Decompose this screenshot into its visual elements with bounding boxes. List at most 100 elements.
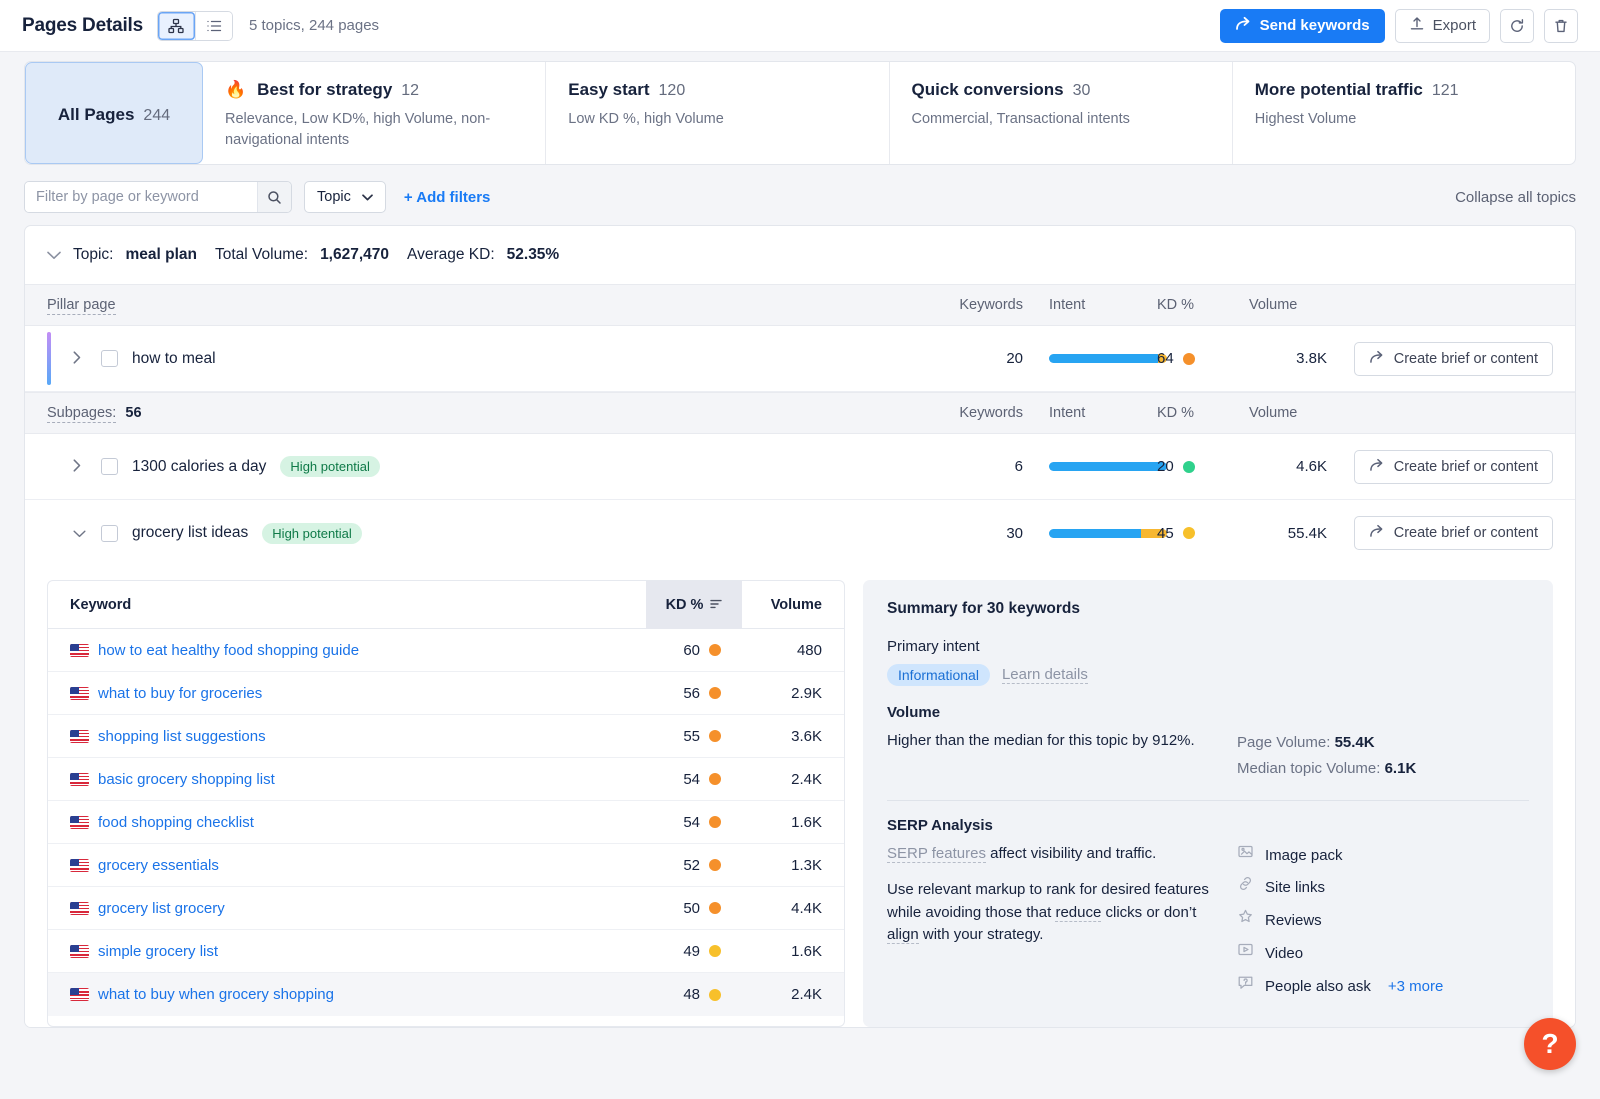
sort-descending-icon[interactable]	[710, 597, 722, 613]
list-icon[interactable]	[195, 12, 232, 40]
subpage-kd-cell: 45	[1143, 525, 1231, 542]
row-checkbox[interactable]	[101, 525, 118, 542]
table-row[interactable]: shopping list suggestions553.6K	[48, 715, 844, 758]
keyword-link[interactable]: what to buy when grocery shopping	[98, 986, 334, 1003]
keyword-kd-value: 50	[683, 900, 700, 917]
volume-section-label: Volume	[887, 704, 1529, 721]
create-brief-button[interactable]: Create brief or content	[1354, 450, 1553, 484]
pillar-page-row[interactable]: how to meal 20 64 3.8K Create brief or	[25, 326, 1575, 392]
page-volume-label: Page Volume:	[1237, 734, 1330, 751]
keyword-link[interactable]: basic grocery shopping list	[98, 771, 275, 788]
serp-reduce-link[interactable]: reduce	[1055, 904, 1101, 922]
table-row[interactable]: basic grocery shopping list542.4K	[48, 758, 844, 801]
table-row[interactable]: how to eat healthy food shopping guide60…	[48, 629, 844, 672]
tab-best-for-strategy-desc: Relevance, Low KD%, high Volume, non-nav…	[225, 109, 523, 151]
subpage-intent-bar	[1023, 529, 1143, 538]
subpage-row[interactable]: 1300 calories a day High potential 6 20 …	[25, 434, 1575, 500]
trash-icon[interactable]	[1544, 9, 1578, 43]
keywords-table-body: how to eat healthy food shopping guide60…	[48, 629, 844, 1016]
tab-all-pages[interactable]: All Pages 244	[25, 62, 203, 164]
sitemap-icon[interactable]	[158, 12, 195, 40]
keyword-link[interactable]: how to eat healthy food shopping guide	[98, 642, 359, 659]
flame-icon: 🔥	[225, 80, 246, 100]
table-row[interactable]: grocery essentials521.3K	[48, 844, 844, 887]
keyword-kd-value: 55	[683, 728, 700, 745]
image-pack-icon	[1237, 843, 1254, 869]
keyword-link[interactable]: shopping list suggestions	[98, 728, 266, 745]
serp-feature-label: Reviews	[1265, 908, 1322, 934]
pillar-volume: 3.8K	[1231, 350, 1327, 367]
keyword-link[interactable]: grocery list grocery	[98, 900, 225, 917]
table-row[interactable]: what to buy when grocery shopping482.4K	[48, 973, 844, 1016]
subpages-count: 56	[125, 405, 141, 421]
tab-more-potential-traffic[interactable]: More potential traffic 121 Highest Volum…	[1233, 62, 1575, 164]
topic-filter-label: Topic	[317, 189, 351, 205]
send-keywords-button[interactable]: Send keywords	[1220, 9, 1385, 43]
median-volume-value: 6.1K	[1385, 760, 1417, 777]
expand-row-chevron-icon[interactable]	[73, 351, 87, 367]
kd-status-dot	[709, 730, 721, 742]
search-input[interactable]	[25, 182, 257, 212]
share-arrow-icon	[1369, 350, 1385, 368]
chevron-down-icon	[362, 189, 373, 205]
table-row[interactable]: what to buy for groceries562.9K	[48, 672, 844, 715]
keyword-link[interactable]: simple grocery list	[98, 943, 218, 960]
view-mode-toggle[interactable]	[157, 11, 233, 41]
table-row[interactable]: simple grocery list491.6K	[48, 930, 844, 973]
table-row[interactable]: food shopping checklist541.6K	[48, 801, 844, 844]
refresh-icon[interactable]	[1500, 9, 1534, 43]
create-brief-button[interactable]: Create brief or content	[1354, 516, 1553, 550]
tab-quick-conversions-desc: Commercial, Transactional intents	[912, 109, 1210, 130]
export-button[interactable]: Export	[1395, 9, 1490, 43]
tab-quick-conversions[interactable]: Quick conversions 30 Commercial, Transac…	[890, 62, 1233, 164]
keyword-link[interactable]: what to buy for groceries	[98, 685, 262, 702]
page-title: Pages Details	[22, 15, 143, 37]
pillar-page-title[interactable]: how to meal	[132, 350, 216, 368]
help-button[interactable]: ?	[1524, 1018, 1576, 1070]
expand-row-chevron-icon[interactable]	[73, 459, 87, 475]
tab-easy-start-desc: Low KD %, high Volume	[568, 109, 866, 130]
tab-best-for-strategy-count: 12	[401, 82, 419, 100]
subpage-title[interactable]: grocery list ideas	[132, 524, 248, 542]
kw-header-kd[interactable]: KD %	[646, 581, 742, 629]
expanded-detail: Keyword KD % Volume how to eat healthy f…	[25, 566, 1575, 1027]
more-serp-features-link[interactable]: +3 more	[1388, 974, 1443, 1000]
topic-collapse-chevron-icon[interactable]	[47, 247, 61, 264]
serp-features-list: Image packSite linksReviewsVideoPeople a…	[1237, 843, 1529, 1007]
link-icon	[1237, 875, 1254, 901]
topic-name: meal plan	[126, 246, 198, 264]
toolbar-actions: Send keywords Export	[1220, 9, 1578, 43]
topic-kd-label: Average KD:	[407, 246, 495, 264]
table-row[interactable]: grocery list grocery 50 4.4K	[48, 887, 844, 930]
keyword-volume: 2.4K	[742, 986, 844, 1003]
keyword-link[interactable]: grocery essentials	[98, 857, 219, 874]
subpage-title[interactable]: 1300 calories a day	[132, 458, 266, 476]
serp-feature-item: Site links	[1237, 875, 1529, 901]
topics-pages-count: 5 topics, 244 pages	[249, 17, 379, 34]
collapse-row-chevron-icon[interactable]	[73, 525, 87, 541]
serp-features-link[interactable]: SERP features	[887, 845, 986, 863]
keyword-volume: 2.4K	[742, 771, 844, 788]
tab-best-for-strategy[interactable]: 🔥 Best for strategy 12 Relevance, Low KD…	[203, 62, 546, 164]
search-icon[interactable]	[257, 182, 291, 212]
keyword-link[interactable]: food shopping checklist	[98, 814, 254, 831]
keywords-table: Keyword KD % Volume how to eat healthy f…	[47, 580, 845, 1027]
collapse-all-topics-button[interactable]: Collapse all topics	[1455, 189, 1576, 206]
question-bubble-icon	[1237, 974, 1254, 1000]
row-checkbox[interactable]	[101, 458, 118, 475]
keyword-volume: 4.4K	[742, 900, 844, 917]
row-checkbox[interactable]	[101, 350, 118, 367]
pillar-column-header: Pillar page Keywords Intent KD % Volume	[25, 284, 1575, 326]
create-brief-button[interactable]: Create brief or content	[1354, 342, 1553, 376]
tab-easy-start[interactable]: Easy start 120 Low KD %, high Volume	[546, 62, 889, 164]
topics-panel: Topic: meal plan Total Volume: 1,627,470…	[24, 225, 1576, 1028]
topic-filter-select[interactable]: Topic	[304, 181, 386, 213]
high-potential-badge: High potential	[262, 523, 362, 544]
topic-kd-value: 52.35%	[507, 246, 560, 264]
serp-align-link[interactable]: align	[887, 926, 919, 944]
add-filters-button[interactable]: + Add filters	[404, 189, 491, 206]
learn-details-link[interactable]: Learn details	[1002, 666, 1088, 684]
search-box[interactable]	[24, 181, 292, 213]
subpage-row-expanded[interactable]: grocery list ideas High potential 30 45 …	[25, 500, 1575, 566]
page-volume-row: Page Volume: 55.4K	[1237, 730, 1529, 756]
